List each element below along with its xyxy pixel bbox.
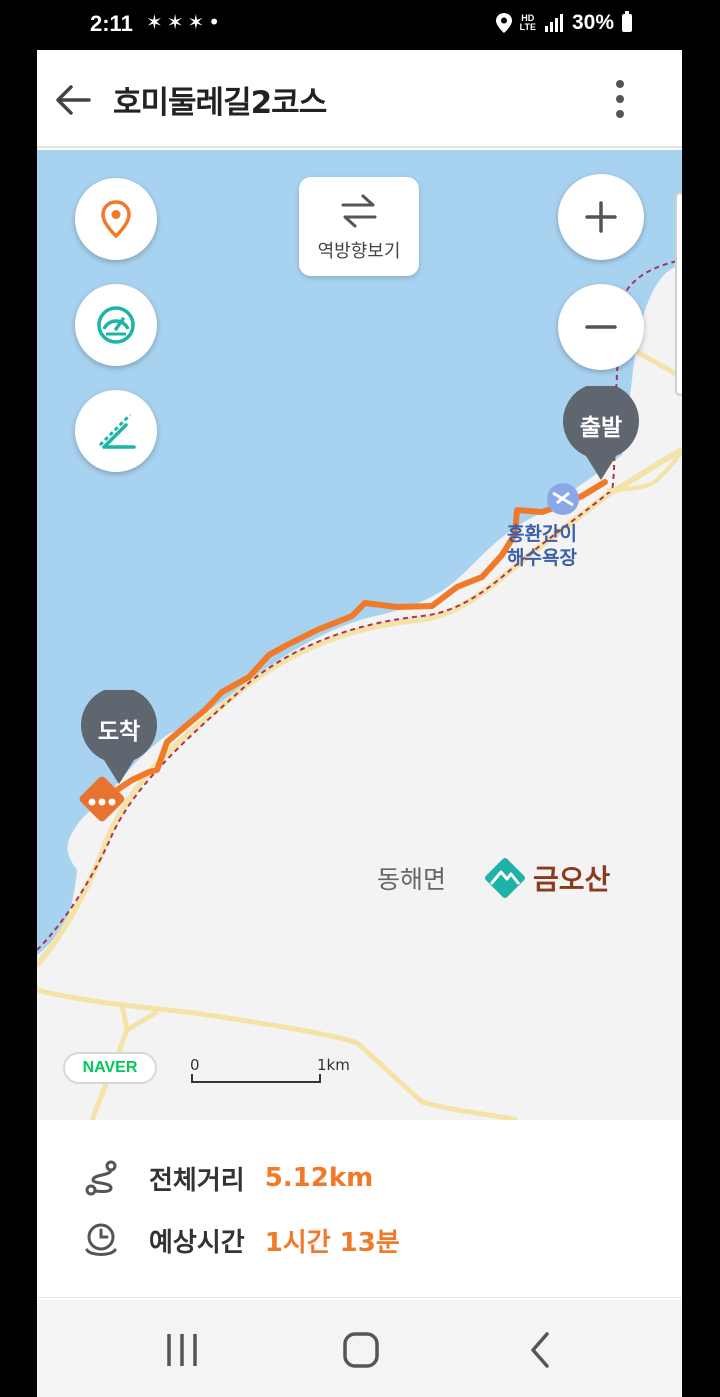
start-marker[interactable]: 출발: [561, 383, 641, 482]
back-nav-button[interactable]: [515, 1330, 565, 1370]
distance-label: 전체거리: [149, 1165, 245, 1196]
naver-logo[interactable]: NAVER: [63, 1052, 157, 1084]
distance-value: 5.12km: [264, 1163, 374, 1193]
side-drawer-handle[interactable]: [675, 192, 682, 396]
my-location-button[interactable]: [75, 178, 157, 260]
page-title: 호미둘레길2코스: [113, 85, 327, 121]
notification-dot: •: [208, 10, 225, 34]
reverse-direction-label: 역방향보기: [317, 241, 401, 262]
shoe-icon: ✶: [146, 10, 167, 34]
signal-icon: [544, 14, 563, 32]
minus-icon: [585, 325, 617, 329]
notification-icons: ✶✶✶•: [146, 10, 224, 34]
speedometer-icon: [97, 306, 135, 344]
route-info-panel: 전체거리 5.12km 예상시간 1시간 13분: [37, 1120, 682, 1298]
end-marker-label: 도착: [97, 719, 141, 745]
more-vert-icon: [616, 80, 624, 88]
recent-apps-icon: [167, 1334, 197, 1366]
clock-icon: [85, 1223, 117, 1256]
reverse-direction-button[interactable]: 역방향보기: [299, 177, 419, 276]
recent-apps-button[interactable]: [157, 1330, 207, 1370]
phone-screen: 2:11 ✶✶✶• HD LTE 30% 호미둘레길2코스 역방향보기 출발 도…: [0, 0, 720, 1397]
system-nav-bar: [37, 1300, 682, 1397]
home-icon: [343, 1332, 379, 1368]
scale-start-label: 0: [190, 1056, 200, 1074]
battery-percent: 30%: [571, 11, 614, 34]
area-label: 동해면: [377, 865, 447, 894]
time-row: 예상시간 1시간 13분: [81, 1220, 400, 1260]
status-time: 2:11: [90, 11, 133, 36]
start-marker-label: 출발: [579, 415, 623, 441]
time-value: 1시간 13분: [264, 1227, 400, 1258]
route-distance-icon: [85, 1160, 117, 1196]
app-window: 호미둘레길2코스 역방향보기 출발 도착 흥환간이 해수욕장 동해면 금오산 N…: [37, 50, 682, 1397]
scale-end-label: 1km: [317, 1056, 350, 1074]
speed-button[interactable]: [75, 284, 157, 366]
distance-row: 전체거리 5.12km: [81, 1158, 373, 1198]
mountain-icon: [485, 858, 525, 898]
poi-mountain[interactable]: 금오산: [479, 852, 610, 904]
location-icon: [495, 13, 512, 33]
poi-beach-label[interactable]: 흥환간이 해수욕장: [507, 522, 577, 570]
scale-bar: [191, 1074, 321, 1083]
slope-icon: [98, 413, 136, 449]
battery-icon: [622, 11, 632, 32]
zoom-in-button[interactable]: [558, 174, 644, 260]
swap-arrows-icon: [341, 194, 377, 228]
mountain-name: 금오산: [533, 863, 611, 896]
back-arrow-icon: [56, 85, 91, 115]
more-options-button[interactable]: [605, 76, 635, 122]
status-bar: 2:11 ✶✶✶• HD LTE 30%: [0, 0, 720, 50]
zoom-out-button[interactable]: [558, 284, 644, 370]
home-button[interactable]: [336, 1330, 386, 1370]
plus-icon: [585, 201, 617, 233]
app-header: 호미둘레길2코스: [37, 50, 682, 148]
status-indicators: HD LTE 30%: [495, 11, 632, 35]
beach-poi-icon: [547, 483, 579, 515]
route-map[interactable]: 역방향보기 출발 도착 흥환간이 해수욕장 동해면 금오산 NAVER 0 1k…: [37, 150, 682, 1120]
time-label: 예상시간: [149, 1227, 245, 1258]
location-pin-icon: [101, 200, 131, 239]
hd-voice-indicator: HD LTE: [519, 13, 536, 32]
shoe-icon: ✶: [187, 10, 209, 34]
shoe-icon: ✶: [166, 10, 188, 34]
back-button[interactable]: [51, 78, 95, 122]
back-icon: [531, 1332, 549, 1368]
elevation-button[interactable]: [75, 390, 157, 472]
end-marker[interactable]: 도착: [79, 687, 159, 786]
